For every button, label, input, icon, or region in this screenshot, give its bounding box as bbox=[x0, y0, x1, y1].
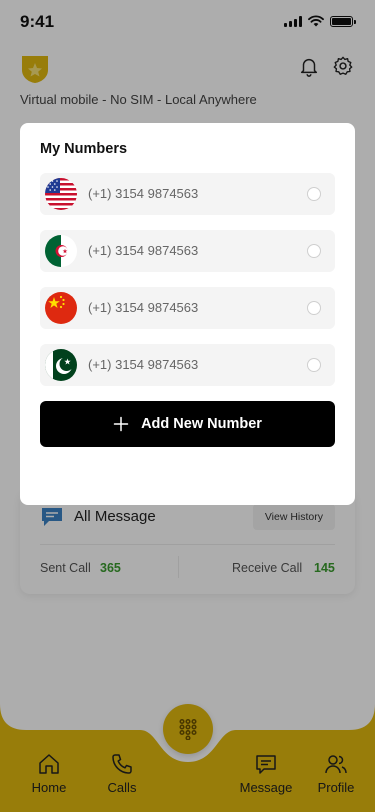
phone-number-text: (+1) 3154 9874563 bbox=[88, 357, 199, 372]
my-numbers-modal: My Numbers (+1) 3154 9874563 (+1) 3154 9… bbox=[20, 123, 355, 505]
number-row[interactable]: (+1) 3154 9874563 bbox=[40, 173, 335, 215]
number-row[interactable]: (+1) 3154 9874563 bbox=[40, 344, 335, 386]
modal-title: My Numbers bbox=[40, 141, 128, 157]
number-radio-button[interactable] bbox=[307, 358, 321, 372]
number-radio-button[interactable] bbox=[307, 244, 321, 258]
add-new-number-label: Add New Number bbox=[141, 416, 262, 432]
pakistan-flag-icon bbox=[45, 349, 77, 381]
algeria-flag-icon bbox=[45, 235, 77, 267]
number-radio-button[interactable] bbox=[307, 301, 321, 315]
number-row[interactable]: (+1) 3154 9874563 bbox=[40, 287, 335, 329]
number-row[interactable]: (+1) 3154 9874563 bbox=[40, 230, 335, 272]
phone-number-text: (+1) 3154 9874563 bbox=[88, 243, 199, 258]
app-screen: 9:41 Virtual mobile - No SIM - Local Any… bbox=[0, 0, 375, 812]
number-radio-button[interactable] bbox=[307, 187, 321, 201]
plus-icon bbox=[113, 416, 129, 432]
phone-number-text: (+1) 3154 9874563 bbox=[88, 186, 199, 201]
us-flag-icon bbox=[45, 178, 77, 210]
add-new-number-button[interactable]: Add New Number bbox=[40, 401, 335, 447]
phone-number-text: (+1) 3154 9874563 bbox=[88, 300, 199, 315]
china-flag-icon bbox=[45, 292, 77, 324]
